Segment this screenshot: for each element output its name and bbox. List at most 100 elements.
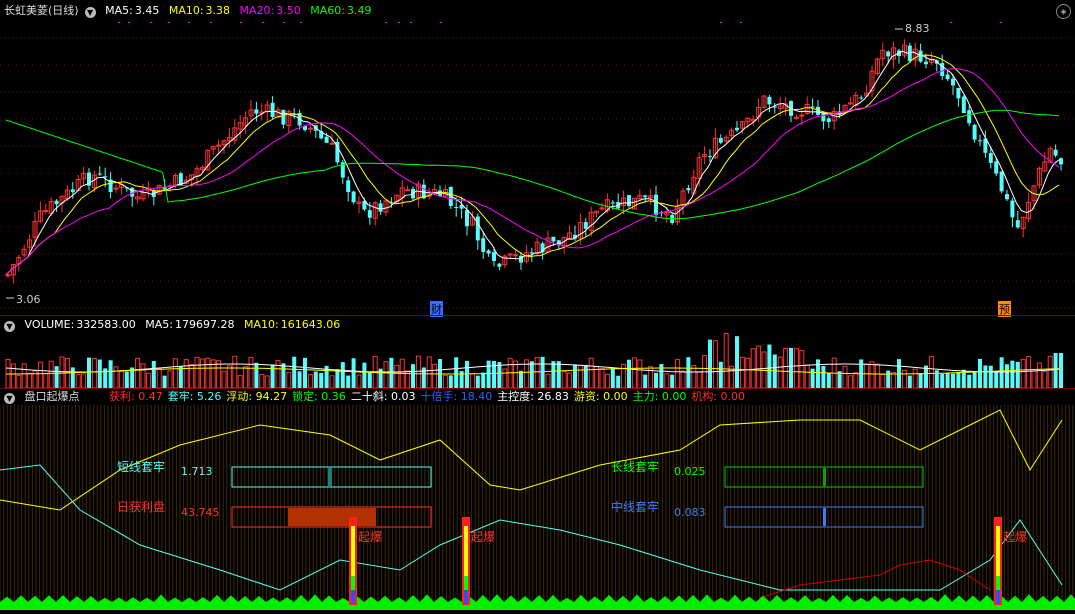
green-wave — [490, 594, 504, 602]
volume-bar — [10, 363, 16, 389]
today-profit-label: 日获利盘 — [117, 500, 166, 514]
dropdown-icon[interactable]: ▼ — [4, 321, 15, 332]
mid-trap-fill — [823, 508, 826, 526]
volume-bar — [351, 358, 356, 388]
volume-bar — [27, 372, 33, 389]
dropdown-icon[interactable]: ▼ — [84, 7, 96, 18]
stock-title[interactable]: 长虹美菱(日线) — [4, 4, 79, 17]
candle-body — [324, 136, 329, 143]
volume-bar — [637, 359, 643, 389]
volume-bar — [16, 374, 22, 389]
volume-bar — [864, 363, 870, 389]
volume-bar — [21, 363, 27, 389]
green-wave — [756, 595, 770, 602]
candle-body — [475, 216, 480, 241]
volume-bar — [907, 375, 912, 388]
today-profit-fill — [288, 508, 376, 526]
volume-bar — [513, 360, 519, 389]
candle-body — [708, 155, 712, 157]
volume-bar — [767, 344, 772, 388]
green-wave — [112, 597, 126, 602]
volume-bar — [248, 356, 254, 389]
volume-bar — [648, 366, 654, 389]
candle-body — [583, 222, 588, 229]
green-wave — [14, 595, 28, 602]
volume-bar — [577, 364, 583, 389]
volume-bar — [583, 365, 588, 388]
signal-dot — [410, 22, 412, 23]
green-wave — [602, 594, 616, 602]
candle-body — [54, 200, 59, 205]
volume-bar — [199, 358, 205, 389]
ma5-line — [5, 50, 1060, 276]
ma10-line — [5, 54, 1060, 276]
stat-6: 主控度: 26.83 — [497, 390, 569, 403]
candle-body — [718, 138, 723, 143]
volume-bar — [303, 357, 307, 388]
volume-bar — [432, 363, 438, 389]
volume-bar — [534, 357, 540, 389]
candle-body — [1010, 200, 1015, 218]
volume-bar — [469, 373, 475, 389]
volume-bar — [654, 372, 658, 388]
vol-ma10-readout: MA10: 161643.06 — [244, 318, 341, 331]
candle-body — [70, 189, 75, 193]
stat-7: 游资: 0.00 — [573, 390, 628, 403]
volume-bar — [912, 368, 918, 389]
volume-bar — [573, 364, 577, 388]
ma20-line — [5, 68, 1060, 276]
green-wave — [252, 595, 266, 602]
signal-dot — [240, 22, 242, 23]
candle-body — [281, 109, 286, 125]
volume-bar — [1059, 353, 1063, 388]
volume-bar — [956, 372, 961, 388]
signal-dot — [168, 22, 170, 23]
candle-body — [551, 236, 556, 242]
signal-dot — [740, 22, 742, 23]
volume-bar — [1005, 364, 1009, 388]
volume-bar — [643, 374, 648, 388]
volume-bar — [983, 365, 988, 388]
burst-column-yellow — [351, 526, 355, 576]
long-trap-fill — [823, 468, 826, 486]
volume-bar — [686, 357, 691, 388]
volume-bar — [97, 359, 102, 388]
candle-body — [351, 191, 356, 203]
volume-bar — [37, 361, 43, 389]
candle-body — [481, 238, 486, 252]
volume-bar — [194, 356, 200, 389]
ma5-readout: MA5: 3.45 — [105, 4, 160, 17]
volume-bar — [869, 361, 875, 389]
volume-bar — [1026, 356, 1032, 389]
volume-bar — [292, 356, 297, 388]
mid-trap-value: 0.083 — [674, 506, 706, 519]
candle-body — [1053, 149, 1058, 156]
dropdown-icon[interactable]: ▼ — [4, 393, 15, 404]
burst-label: 起爆 — [358, 530, 383, 544]
volume-bar — [750, 348, 756, 389]
candle-body — [945, 74, 950, 80]
candle-body — [599, 207, 605, 210]
indicator-title[interactable]: 盘口起爆点 — [25, 390, 80, 403]
burst-column-green — [351, 576, 355, 590]
candle-body — [799, 114, 805, 117]
stat-9: 机构: 0.00 — [691, 390, 746, 403]
burst-column-yellow — [464, 526, 468, 576]
volume-bar — [951, 373, 955, 388]
volume-bar — [367, 371, 372, 388]
volume-bar — [492, 360, 496, 388]
volume-bar — [465, 360, 469, 388]
volume-bar — [335, 369, 340, 388]
volume-bar — [313, 371, 318, 388]
window-menu-icon[interactable]: ◈ — [1056, 4, 1071, 19]
volume-bar — [205, 357, 211, 389]
candle-body — [767, 96, 772, 105]
candle-body — [643, 195, 648, 198]
volume-bar — [621, 363, 627, 389]
volume-bar — [81, 373, 87, 389]
volume-bar — [135, 357, 141, 389]
candle-body — [329, 142, 335, 145]
volume-bar — [556, 361, 561, 388]
volume-bar — [988, 365, 993, 388]
volume-bar — [691, 365, 697, 389]
